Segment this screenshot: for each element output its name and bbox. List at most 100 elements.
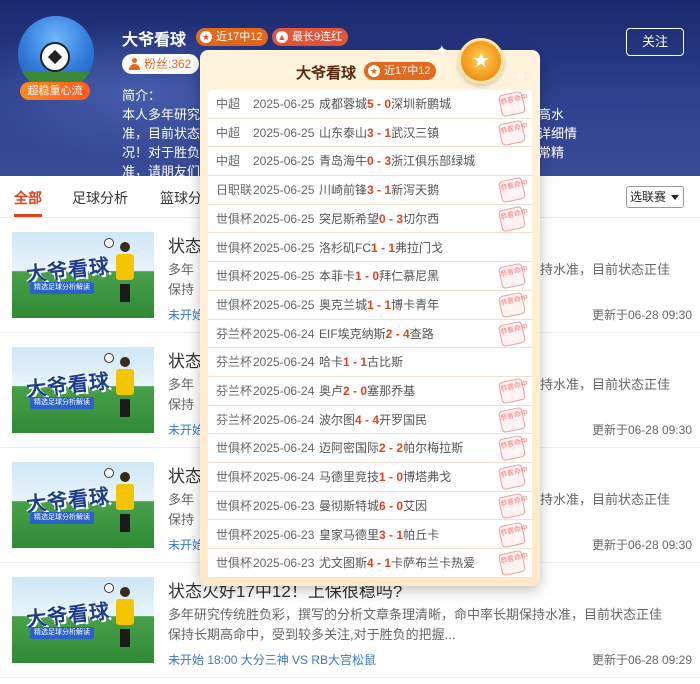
result-match: 川崎前锋3 - 1新泻天鹅 — [319, 176, 439, 204]
result-away: 古比斯 — [367, 355, 404, 370]
result-home-score: 3 — [379, 527, 386, 542]
result-match: 奥卢2 - 0塞那乔基 — [319, 377, 415, 405]
article-time: 更新于06-28 09:30 — [591, 308, 692, 322]
result-row: 世俱杯 2025-06-24 迈阿密国际2 - 2帕尔梅拉斯 恭喜命中 — [208, 434, 532, 464]
result-row: 日职联 2025-06-25 川崎前锋3 - 1新泻天鹅 恭喜命中 — [208, 176, 532, 205]
tab-football[interactable]: 足球分析 — [72, 188, 128, 208]
streak-label: 最长9连红 — [292, 31, 343, 43]
result-home: 青岛海牛 — [319, 154, 368, 169]
result-row: 中超 2025-06-25 山东泰山3 - 1武汉三镇 恭喜命中 — [208, 119, 532, 148]
result-date: 2025-06-23 — [253, 527, 315, 542]
article-desc-line: 保持长期高命中，受到较多关注,对于胜负的把握... — [168, 627, 456, 642]
result-home-score: 3 — [367, 125, 374, 140]
avatar-tag: 超稳重心流 — [20, 82, 90, 100]
star-icon: ★ — [368, 65, 380, 77]
result-home: 奥卢 — [319, 384, 344, 398]
result-home: 波尔图 — [319, 412, 356, 427]
result-home-score: 1 — [379, 470, 386, 485]
result-home: EIF埃克纳斯 — [319, 326, 386, 341]
result-home-score: 0 — [367, 154, 374, 169]
result-match: 波尔图4 - 4开罗国民 — [319, 406, 427, 434]
result-separator: - — [373, 297, 385, 312]
hit-stamp-icon: 恭喜命中 — [497, 521, 529, 548]
avatar[interactable] — [18, 16, 94, 92]
result-away: 新泻天鹅 — [391, 183, 440, 198]
result-home-score: 2 — [379, 441, 386, 456]
hit-stamp-icon: 恭喜命中 — [497, 90, 529, 118]
tab-basketball[interactable]: 篮球分 — [160, 188, 202, 208]
result-away: 博塔弗戈 — [403, 470, 452, 485]
result-home: 川崎前锋 — [319, 183, 368, 198]
result-row: 世俱杯 2025-06-23 曼彻斯特城6 - 0艾因 恭喜命中 — [208, 492, 532, 521]
result-date: 2025-06-24 — [253, 441, 315, 456]
result-date: 2025-06-25 — [253, 183, 315, 198]
result-league: 芬兰杯 — [216, 412, 253, 427]
article-title[interactable]: 状态 — [168, 462, 202, 487]
recent-record-label: 近17中12 — [216, 31, 263, 43]
result-home: 曼彻斯特城 — [319, 498, 380, 513]
result-date: 2025-06-24 — [253, 326, 315, 341]
article-thumbnail: 大爷看球 精选足球分析解读 — [12, 347, 154, 433]
medal-icon — [458, 38, 504, 84]
tab-all[interactable]: 全部 — [14, 188, 42, 208]
result-separator: - — [373, 183, 385, 198]
hit-stamp-icon: 恭喜命中 — [497, 262, 529, 290]
hit-stamp-icon: 恭喜命中 — [497, 176, 529, 204]
active-tab-indicator — [14, 214, 42, 217]
result-league: 芬兰杯 — [216, 355, 253, 370]
result-home-score: 5 — [367, 97, 374, 111]
hit-stamp-icon: 恭喜命中 — [497, 205, 529, 233]
result-home: 皇家马德里 — [319, 527, 380, 542]
result-home-score: 4 — [367, 556, 374, 571]
result-separator: - — [385, 498, 397, 513]
player-figure — [112, 472, 138, 538]
result-match: 马德里竞技1 - 0博塔弗戈 — [319, 463, 451, 491]
intro-right-fragment: 高水 — [538, 107, 565, 122]
result-separator: - — [385, 211, 397, 226]
result-home: 突尼斯希望 — [319, 211, 380, 226]
result-match: 皇家马德里3 - 1帕丘卡 — [319, 521, 439, 549]
result-separator: - — [385, 441, 397, 456]
result-separator: - — [385, 470, 397, 485]
result-row: 中超 2025-06-25 青岛海牛0 - 3浙江俱乐部绿城 — [208, 147, 532, 177]
result-home-score: 2 — [343, 384, 350, 398]
result-away: 塞那乔基 — [367, 384, 416, 398]
result-league: 世俱杯 — [216, 470, 253, 485]
result-date: 2025-06-23 — [253, 498, 315, 513]
result-league: 日职联 — [216, 183, 253, 198]
result-away: 艾因 — [403, 498, 428, 513]
result-match: 洛杉矶FC1 - 1弗拉门戈 — [319, 234, 443, 262]
result-separator: - — [385, 527, 397, 542]
result-league: 世俱杯 — [216, 240, 253, 255]
result-match: 青岛海牛0 - 3浙江俱乐部绿城 — [319, 147, 475, 175]
result-row: 世俱杯 2025-06-23 皇家马德里3 - 1帕丘卡 恭喜命中 — [208, 521, 532, 550]
result-league: 世俱杯 — [216, 269, 253, 284]
result-home-score: 3 — [367, 183, 374, 198]
recent-record-badge: ★ 近17中12 — [196, 28, 269, 46]
result-separator: - — [373, 125, 385, 140]
article-meta: 未开始 18:00 大分三神 VS RB大宫松鼠 — [168, 653, 377, 667]
result-row: 世俱杯 2025-06-25 洛杉矶FC1 - 1弗拉门戈 — [208, 234, 532, 263]
thumbnail-subtitle: 精选足球分析解读 — [30, 282, 94, 294]
result-separator: - — [361, 269, 373, 284]
league-select[interactable]: 选联赛 — [626, 186, 684, 208]
result-match: 突尼斯希望0 - 3切尔西 — [319, 205, 439, 233]
result-separator: - — [377, 240, 389, 255]
follow-button[interactable]: 关注 — [626, 28, 684, 56]
result-separator: - — [349, 384, 361, 398]
article-title[interactable]: 状态 — [168, 232, 202, 257]
result-home: 尤文图斯 — [319, 556, 368, 571]
result-separator: - — [392, 326, 404, 341]
result-league: 世俱杯 — [216, 297, 253, 312]
flame-icon: ▲ — [276, 31, 288, 43]
article-desc-tail: 持水准，目前状态正佳 — [540, 492, 671, 507]
result-home-score: 1 — [367, 297, 374, 312]
intro-right-fragment: 详细情 — [538, 126, 578, 141]
article-time: 更新于06-28 09:30 — [591, 423, 692, 437]
player-figure — [112, 357, 138, 423]
result-away: 弗拉门戈 — [395, 240, 444, 255]
result-league: 世俱杯 — [216, 441, 253, 456]
article-title[interactable]: 状态 — [168, 347, 202, 372]
hit-stamp-icon: 恭喜命中 — [497, 119, 529, 146]
result-date: 2025-06-25 — [253, 154, 315, 169]
